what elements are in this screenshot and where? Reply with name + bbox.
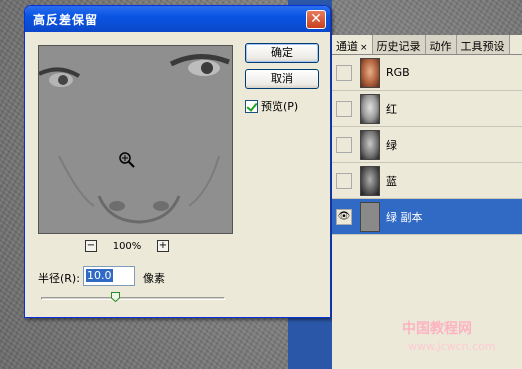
channel-row-rgb[interactable]: RGB bbox=[332, 55, 522, 91]
visibility-toggle[interactable] bbox=[336, 136, 352, 153]
channel-thumbnail-blue bbox=[360, 165, 380, 196]
channel-label: 蓝 bbox=[386, 174, 397, 188]
channel-thumbnail-green bbox=[360, 129, 380, 160]
radius-slider-track[interactable] bbox=[41, 297, 225, 300]
radius-input[interactable]: 10.0 bbox=[83, 266, 135, 286]
channel-label: 绿 副本 bbox=[386, 210, 423, 224]
eye-icon[interactable]: 👁 bbox=[336, 208, 352, 225]
dialog-title: 高反差保留 bbox=[33, 12, 99, 27]
tab-tool-presets[interactable]: 工具预设 bbox=[456, 35, 510, 54]
dialog-titlebar[interactable]: 高反差保留 bbox=[25, 6, 330, 32]
tab-history[interactable]: 历史记录 bbox=[372, 35, 426, 54]
preview-checkbox-label: 预览(P) bbox=[261, 100, 299, 113]
watermark-url: www.jcwcn.com bbox=[408, 340, 496, 353]
zoom-out-button[interactable]: − bbox=[85, 240, 97, 252]
radius-label: 半径(R): bbox=[38, 272, 80, 285]
channel-thumbnail-rgb bbox=[360, 57, 380, 88]
channel-row-green[interactable]: 绿 bbox=[332, 127, 522, 163]
zoom-level: 100% bbox=[112, 240, 142, 252]
radius-slider-thumb[interactable] bbox=[111, 292, 120, 302]
channel-row-blue[interactable]: 蓝 bbox=[332, 163, 522, 199]
panel-tabs: 通道 × 历史记录 动作 工具预设 bbox=[332, 35, 522, 55]
close-button[interactable]: ✕ bbox=[306, 10, 326, 29]
visibility-toggle[interactable] bbox=[336, 100, 352, 117]
visibility-toggle[interactable] bbox=[336, 172, 352, 189]
channel-label: 绿 bbox=[386, 138, 397, 152]
channel-thumbnail-red bbox=[360, 93, 380, 124]
tab-channels[interactable]: 通道 × bbox=[332, 35, 373, 54]
channel-thumbnail-green-copy bbox=[360, 201, 380, 232]
radius-unit: 像素 bbox=[143, 272, 165, 285]
radius-value: 10.0 bbox=[86, 269, 113, 282]
channel-label: RGB bbox=[386, 66, 410, 79]
channel-row-red[interactable]: 红 bbox=[332, 91, 522, 127]
ok-button[interactable]: 确定 bbox=[245, 43, 319, 63]
watermark-text: 中国教程网 bbox=[402, 321, 472, 337]
tab-channels-label: 通道 bbox=[336, 40, 358, 53]
channel-label: 红 bbox=[386, 102, 397, 116]
preview-checkbox[interactable] bbox=[245, 99, 258, 113]
high-pass-dialog: 高反差保留 ✕ − 100% + 半径(R): 10.0 像素 确定 取消 预览… bbox=[24, 5, 331, 318]
channel-row-green-copy[interactable]: 👁 绿 副本 bbox=[332, 199, 522, 235]
visibility-toggle[interactable] bbox=[336, 64, 352, 81]
zoom-controls: − 100% + bbox=[85, 239, 185, 253]
tab-close-icon[interactable]: × bbox=[360, 43, 368, 53]
preview-checkbox-row[interactable]: 预览(P) bbox=[245, 98, 298, 114]
channel-list: RGB 红 绿 蓝 👁 绿 副本 bbox=[332, 55, 522, 235]
filter-preview[interactable] bbox=[38, 45, 233, 234]
tab-actions[interactable]: 动作 bbox=[425, 35, 457, 54]
cancel-button[interactable]: 取消 bbox=[245, 69, 319, 89]
face-preview-image bbox=[39, 46, 232, 233]
zoom-in-button[interactable]: + bbox=[157, 240, 169, 252]
